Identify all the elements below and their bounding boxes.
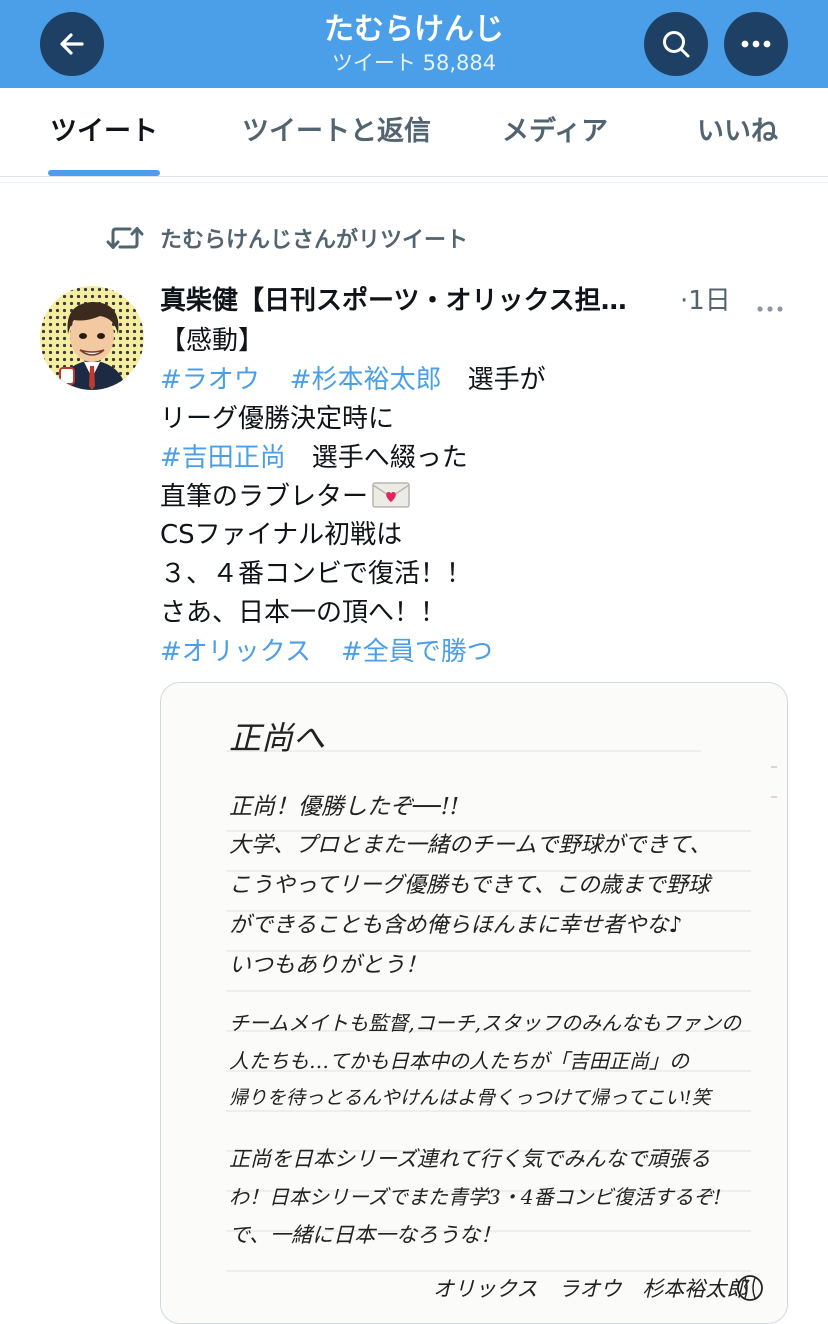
more-options-button[interactable] xyxy=(724,12,788,76)
tweet-line: 選手へ綴った xyxy=(285,442,468,473)
tab-media[interactable]: メディア xyxy=(502,88,608,176)
letter-signature: オリックス ラオウ 杉本裕太郎 xyxy=(433,1277,748,1301)
divider xyxy=(0,182,828,183)
tweet-line: さあ、日本一の頂へ！！ xyxy=(160,598,447,629)
tab-tweets-and-replies[interactable]: ツイートと返信 xyxy=(242,88,431,176)
profile-tabs: ツイート ツイートと返信 メディア いいね xyxy=(0,88,828,177)
hashtag-link[interactable]: #杉本裕太郎 xyxy=(290,365,442,395)
tweet-line: CSファイナル初戦は xyxy=(160,520,403,551)
baseball-icon xyxy=(737,1275,763,1301)
letter-line: こうやってリーグ優勝もできて、この歳まで野球 xyxy=(229,873,710,898)
hashtag-link[interactable]: #ラオウ xyxy=(160,365,260,395)
hashtag-link[interactable]: #全員で勝つ xyxy=(341,637,493,667)
letter-heading: 正尚へ xyxy=(229,719,326,757)
letter-line: チームメイトも監督,コーチ,スタッフのみんなもファンの xyxy=(229,1011,742,1035)
retweet-label: たむらけんじさんがリツイート xyxy=(160,228,469,253)
letter-line: 正尚を日本シリーズ連れて行く気でみんなで頑張る xyxy=(229,1147,711,1171)
letter-line: ができることも含め俺らほんまに幸せ者やな♪ xyxy=(229,913,683,938)
search-icon xyxy=(663,31,690,58)
tab-tweets[interactable]: ツイート xyxy=(50,88,158,176)
tweet-timestamp[interactable]: ·1日 xyxy=(680,284,731,318)
tweet-text: 【感動】 #ラオウ #杉本裕太郎 選手が リーグ優勝決定時に #吉田正尚 選手へ綴… xyxy=(160,322,800,672)
letter-line: 人たちも…てかも日本中の人たちが「吉田正尚」の xyxy=(229,1049,689,1073)
search-button[interactable] xyxy=(644,12,708,76)
more-icon xyxy=(757,306,783,312)
love-letter-icon xyxy=(372,481,410,508)
profile-header: たむらけんじ ツイート 58,884 xyxy=(0,0,828,88)
letter-line: いつもありがとう！ xyxy=(229,953,428,978)
tweet-line: 直筆のラブレター xyxy=(160,481,369,512)
more-icon xyxy=(741,40,771,48)
tab-likes[interactable]: いいね xyxy=(697,88,778,176)
active-tab-indicator xyxy=(48,170,160,176)
tweet-line: 【感動】 xyxy=(160,326,265,356)
letter-line: わ！日本シリーズでまた青学3・4番コンビ復活するぞ! xyxy=(229,1185,722,1209)
letter-line: で、一緒に日本一なろうな！ xyxy=(229,1223,502,1247)
hashtag-link[interactable]: #吉田正尚 xyxy=(160,443,286,473)
tweet-line: ３、４番コンビで復活！！ xyxy=(160,559,473,590)
tweet-more-button[interactable] xyxy=(756,298,784,317)
tweet-author-name[interactable]: 真柴健【日刊スポーツ・オリックス担… xyxy=(160,284,627,318)
hashtag-link[interactable]: #オリックス xyxy=(160,637,311,667)
tweet-image[interactable]: 正尚へ 正尚！優勝したぞ──!! 大学、プロとまた一緒のチームで野球ができて、 … xyxy=(160,682,788,1324)
letter-line: 帰りを待っとるんやけんはよ骨くっつけて帰ってこい!笑 xyxy=(229,1087,711,1109)
retweet-icon xyxy=(106,227,144,249)
tweet-line: 選手が xyxy=(441,364,546,395)
avatar[interactable] xyxy=(40,286,144,390)
tweet-line: リーグ優勝決定時に xyxy=(160,403,395,434)
letter-line: 正尚！優勝したぞ──!! xyxy=(229,794,460,820)
avatar-illustration xyxy=(40,286,144,390)
retweet-context[interactable]: たむらけんじさんがリツイート xyxy=(106,218,468,258)
letter-line: 大学、プロとまた一緒のチームで野球ができて、 xyxy=(229,833,712,858)
